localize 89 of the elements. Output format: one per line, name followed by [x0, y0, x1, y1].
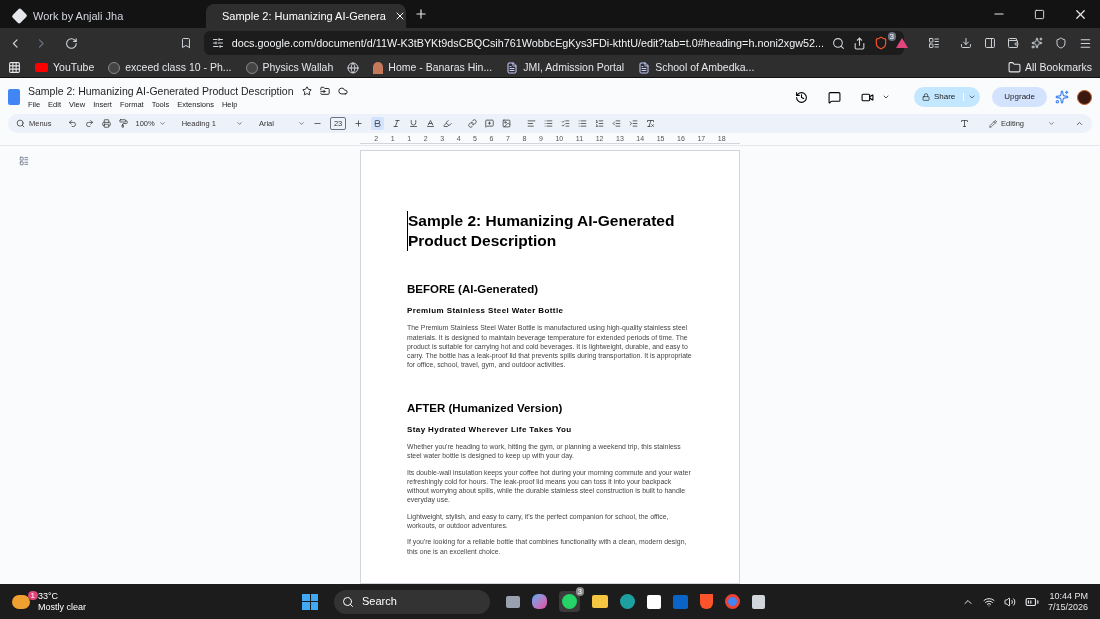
add-comment-icon — [485, 119, 495, 128]
indent-decrease-icon — [612, 119, 622, 128]
share-button[interactable]: Share — [913, 87, 981, 107]
windows-icon[interactable] — [302, 593, 318, 610]
upgrade-button[interactable]: Upgrade — [992, 87, 1047, 107]
product-heading: Premium Stainless Steel Water Bottle — [407, 305, 565, 318]
caret-icon — [297, 120, 305, 127]
bookmark-item[interactable]: School of Ambedka... — [638, 59, 755, 76]
bookmark-icon — [179, 36, 192, 50]
text-color-icon — [426, 119, 436, 128]
notification-badge: 3 — [575, 587, 584, 596]
clock-time: 10:44 PM — [1049, 590, 1088, 602]
apps-icon — [8, 61, 21, 74]
highlight-icon — [443, 119, 453, 128]
checklist-icon — [561, 119, 571, 128]
shield-icon — [1055, 36, 1068, 50]
italic-icon — [392, 119, 402, 128]
line-spacing-icon — [544, 119, 554, 128]
wallet-icon — [1007, 36, 1020, 50]
image-icon — [502, 119, 512, 128]
align-icon — [527, 119, 537, 128]
increase-size-icon — [354, 119, 364, 128]
url-text: docs.google.com/document/d/11W-K3tBYKt9dsCBQCsih761WobbcEgKys3FDi-kthtU/edit?tab=t.0#heading=h.noni2xgw52... — [231, 35, 825, 51]
collapse-icon — [1075, 119, 1084, 128]
new-tab-icon — [414, 7, 428, 21]
comment-icon — [827, 90, 841, 104]
bookmark-item[interactable]: exceed class 10 - Ph... — [108, 59, 232, 76]
browser-tab[interactable]: Sample 2: Humanizing AI-Genera — [206, 4, 406, 28]
bullet-list-icon — [578, 119, 588, 128]
bold-button[interactable] — [371, 117, 385, 130]
page-icon — [506, 61, 519, 74]
caret-icon — [1048, 120, 1055, 127]
download-icon — [959, 36, 972, 50]
print-icon — [101, 119, 111, 128]
caret-icon — [235, 120, 243, 127]
search-field[interactable]: Search — [334, 589, 490, 614]
tab-title: Work by Anjali Jha — [33, 8, 125, 24]
all-bookmarks-button[interactable]: All Bookmarks — [1007, 59, 1092, 76]
tab-title: Sample 2: Humanizing AI-Genera — [222, 8, 386, 24]
bookmark-item[interactable]: Physics Wallah — [245, 59, 334, 76]
indent-increase-icon — [629, 119, 639, 128]
page-icon — [638, 61, 651, 74]
undo-icon — [67, 119, 77, 128]
section-heading: AFTER (Humanized Version) — [407, 400, 564, 416]
document-title: Sample 2: Humanizing AI-Generated Product Description — [407, 211, 693, 251]
browser-tab[interactable]: Work by Anjali Jha — [6, 4, 206, 28]
history-icon — [794, 90, 808, 104]
spellcheck-icon — [960, 119, 970, 128]
avatar[interactable] — [1077, 89, 1092, 105]
temperature: 33°C — [38, 590, 60, 602]
sparkle-icon — [1031, 36, 1044, 50]
section-heading: BEFORE (AI-Generated) — [407, 282, 539, 297]
triangle-icon — [896, 38, 909, 48]
cloud-icon — [337, 86, 348, 97]
share-icon — [853, 36, 867, 50]
caret-icon — [158, 120, 166, 127]
caret-icon — [881, 93, 890, 101]
bookmark-item[interactable]: YouTube — [35, 59, 95, 76]
search-icon — [342, 595, 354, 608]
search-icon — [832, 36, 846, 50]
site-settings-icon — [211, 37, 224, 49]
caret-icon — [968, 93, 977, 101]
underline-icon — [409, 119, 419, 128]
gemini-icon — [1055, 90, 1069, 104]
bookmark-item[interactable]: Home - Banaras Hin... — [373, 59, 493, 76]
pencil-icon — [989, 119, 998, 128]
reload-icon — [64, 35, 78, 51]
bookmark-item[interactable]: JMI, Admission Portal — [506, 59, 625, 76]
numbered-list-icon — [595, 119, 605, 128]
paint-format-icon — [118, 119, 128, 128]
wifi-icon — [982, 595, 995, 608]
file-title[interactable]: Sample 2: Humanizing AI-Generated Product Description — [28, 83, 294, 100]
redo-icon — [84, 119, 94, 128]
weather-condition: Mostly clear — [38, 601, 86, 613]
shield-icon — [874, 36, 889, 50]
reader-icon — [927, 36, 940, 50]
extension-badge: 3 — [887, 32, 897, 41]
clock-date: 7/15/2026 — [1047, 601, 1088, 613]
lock-icon — [921, 93, 930, 101]
search-icon — [16, 119, 25, 128]
outline-icon — [19, 156, 29, 166]
product-heading: Stay Hydrated Wherever Life Takes You — [407, 424, 573, 436]
volume-icon — [1003, 595, 1016, 608]
clear-format-icon — [646, 119, 656, 128]
link-icon — [468, 119, 478, 128]
bold-icon — [373, 119, 383, 128]
sidebar-icon — [983, 36, 996, 50]
notification-badge: 1 — [27, 590, 38, 600]
restore-icon — [1034, 8, 1045, 20]
